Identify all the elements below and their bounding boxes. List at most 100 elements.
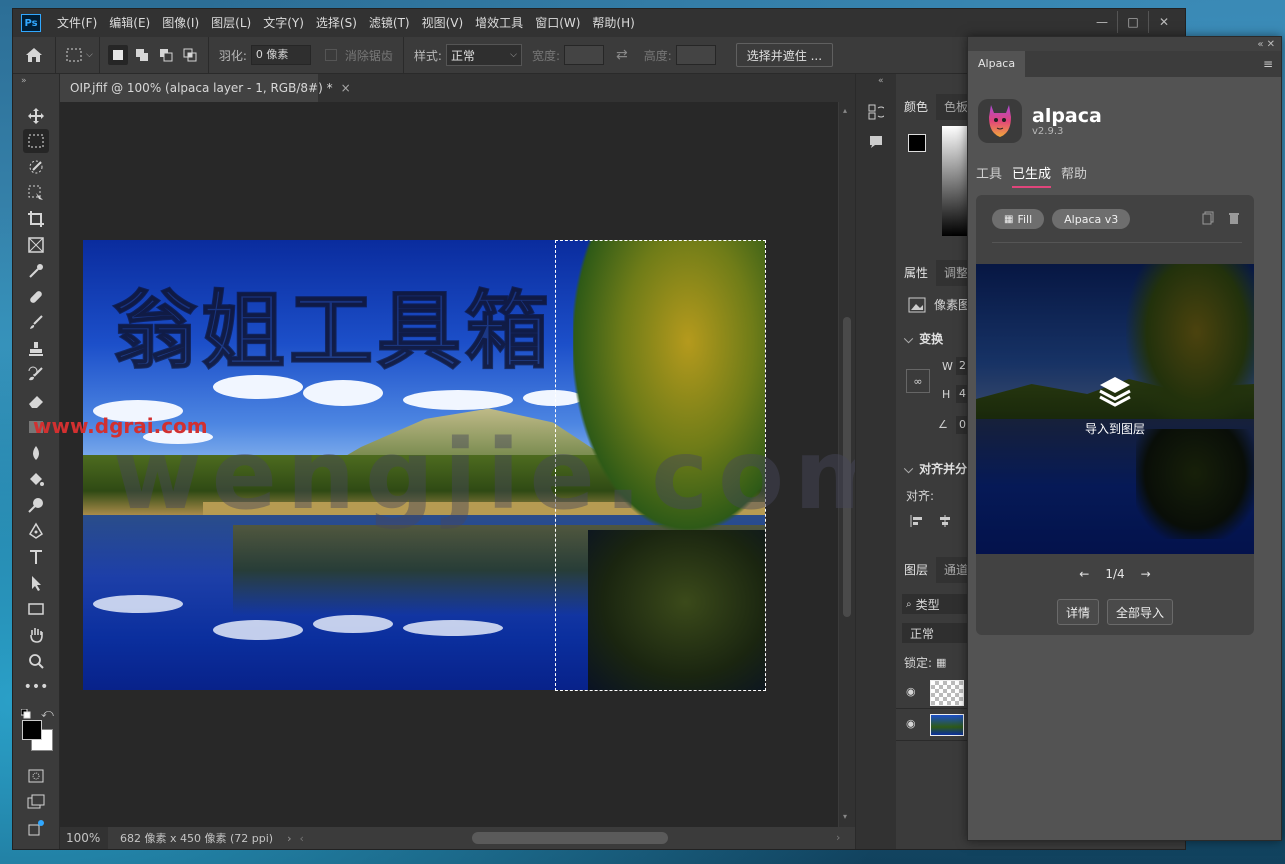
clone-stamp-tool[interactable] [23,337,49,361]
align-section[interactable]: ⌵ 对齐并分 [904,460,967,477]
tab-layers[interactable]: 图层 [896,557,937,583]
menu-filter[interactable]: 滤镜(T) [363,9,416,37]
import-to-layer-action[interactable]: 导入到图层 [976,374,1254,437]
generated-preview[interactable]: 导入到图层 [976,264,1254,554]
menu-view[interactable]: 视图(V) [416,9,470,37]
path-selection-tool[interactable] [23,571,49,595]
copy-icon[interactable] [1202,211,1214,228]
layer-row[interactable]: ◉ [896,676,976,709]
swap-colors-icon[interactable]: ⤺ [41,706,54,721]
dodge-tool[interactable] [23,493,49,517]
history-brush-tool[interactable] [23,363,49,387]
plugin-version: v2.9.3 [1032,125,1064,137]
feather-input[interactable]: 0 像素 [250,45,311,65]
brush-tool[interactable] [23,311,49,335]
link-dimensions-button[interactable]: ∞ [906,369,930,393]
subtract-selection-button[interactable] [156,45,176,65]
arrow-icon [32,576,41,591]
intersect-selection-button[interactable] [180,45,200,65]
type-tool[interactable] [23,545,49,569]
eraser-tool[interactable] [23,389,49,413]
tab-properties[interactable]: 属性 [896,260,937,286]
scroll-up-icon[interactable]: ▴ [843,106,847,115]
menu-layer[interactable]: 图层(L) [205,9,257,37]
antialias-checkbox[interactable] [324,49,337,61]
arrow-right-icon[interactable]: → [1141,567,1151,581]
zoom-level-field[interactable]: 100% [60,827,108,849]
scroll-left-icon[interactable]: ‹ [300,832,304,845]
scroll-right-icon[interactable]: › [836,831,840,844]
eyedropper-tool[interactable] [23,259,49,283]
transform-section[interactable]: ⌵ 变换 [904,330,943,347]
comments-panel-icon[interactable] [868,134,884,153]
menu-icon[interactable]: ≡ [1263,57,1281,71]
model-tag: Alpaca v3 [1052,209,1131,229]
menu-type[interactable]: 文字(Y) [257,9,310,37]
align-center-icon[interactable] [938,514,952,531]
menu-select[interactable]: 选择(S) [310,9,363,37]
hand-tool[interactable] [23,623,49,647]
visibility-eye-icon[interactable]: ◉ [906,717,916,730]
menu-edit[interactable]: 编辑(E) [103,9,156,37]
home-button[interactable] [13,37,56,73]
new-selection-button[interactable] [107,45,128,65]
tab-color[interactable]: 颜色 [896,94,937,120]
width-input[interactable] [563,45,604,65]
swap-icon[interactable]: ⇄ [616,47,628,63]
object-selection-tool[interactable] [23,155,49,179]
maximize-button[interactable]: □ [1117,11,1149,33]
rectangle-tool[interactable] [23,597,49,621]
object-selection-rect-tool[interactable] [23,181,49,205]
height-input[interactable] [675,45,716,65]
visibility-eye-icon[interactable]: ◉ [906,685,916,698]
scroll-down-icon[interactable]: ▾ [843,812,847,821]
menu-window[interactable]: 窗口(W) [529,9,586,37]
close-button[interactable]: ✕ [1149,11,1179,33]
history-panel-icon[interactable] [868,104,887,123]
close-tab-icon[interactable]: × [341,81,351,95]
arrow-left-icon[interactable]: ← [1079,567,1089,581]
layer-row[interactable]: ◉ [896,708,976,741]
document-tab[interactable]: OIP.jfif @ 100% (alpaca layer - 1, RGB/8… [60,74,351,102]
tab-alpaca[interactable]: Alpaca [968,51,1026,77]
plugin-window-controls[interactable]: « ✕ [968,37,1281,51]
panel-foreground-swatch[interactable] [908,134,926,152]
nav-generated[interactable]: 已生成 [1012,163,1052,188]
edit-toolbar-button[interactable]: ••• [23,675,49,699]
frame-tool[interactable] [23,233,49,257]
collapse-panels-icon[interactable]: « [878,76,884,86]
rectangular-marquee-tool[interactable] [23,129,49,153]
blur-tool[interactable] [23,441,49,465]
lock-transparency-icon[interactable]: ▦ [936,656,946,669]
healing-brush-tool[interactable] [23,285,49,309]
alpaca-plugin-panel: « ✕ Alpaca ≡ alpaca v2.9.3 工具 已生成 帮助 ▦ F… [967,36,1282,841]
crop-tool[interactable] [23,207,49,231]
share-button[interactable] [23,816,49,840]
details-button[interactable]: 详情 [1056,599,1099,625]
menu-image[interactable]: 图像(I) [156,9,205,37]
horizontal-scroll-thumb[interactable] [472,832,668,844]
add-selection-button[interactable] [132,45,152,65]
layer-thumbnail [930,680,964,706]
menu-plugins[interactable]: 增效工具 [469,9,529,37]
menu-help[interactable]: 帮助(H) [586,9,640,37]
nav-tools[interactable]: 工具 [976,163,1002,188]
select-and-mask-button[interactable]: 选择并遮住 ... [735,43,834,67]
quick-mask-button[interactable] [23,764,49,788]
menu-file[interactable]: 文件(F) [51,9,103,37]
marquee-preset-picker[interactable] [64,45,84,65]
chevron-right-icon[interactable]: › [287,832,291,845]
minimize-button[interactable]: — [1087,11,1117,33]
move-tool[interactable] [23,104,49,128]
style-select[interactable]: 正常 ⌵ [445,44,522,66]
screen-mode-button[interactable] [23,790,49,814]
zoom-tool[interactable] [23,649,49,673]
nav-help[interactable]: 帮助 [1061,163,1087,188]
expand-toolbar-icon[interactable]: » [21,76,27,86]
import-all-button[interactable]: 全部导入 [1107,599,1174,625]
foreground-color-swatch[interactable] [22,720,42,740]
pen-tool[interactable] [23,519,49,543]
trash-icon[interactable] [1228,211,1240,228]
paint-bucket-tool[interactable] [23,467,49,491]
align-left-icon[interactable] [910,514,924,531]
